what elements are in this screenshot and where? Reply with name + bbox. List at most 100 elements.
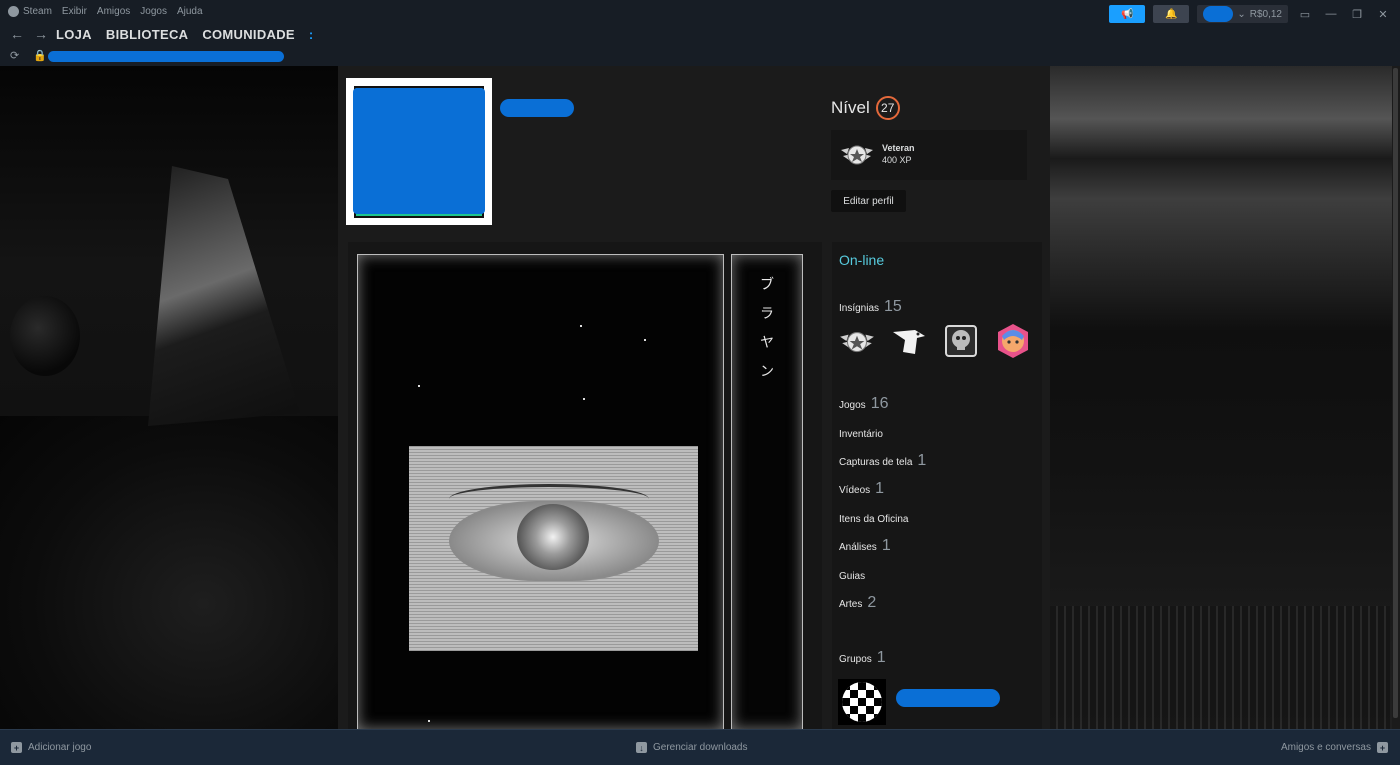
minimize-icon[interactable]: — (1322, 8, 1340, 20)
manage-downloads-button[interactable]: ↓ Gerenciar downloads (636, 742, 748, 753)
badge-item[interactable] (994, 322, 1032, 360)
artwork-speck (418, 385, 420, 387)
refresh-icon[interactable]: ⟳ (10, 49, 19, 62)
videos-count: 1 (875, 480, 885, 497)
chevron-down-icon: ⌄ (1237, 8, 1246, 20)
menu-jogos[interactable]: Jogos (140, 6, 167, 17)
inventory-link[interactable]: Inventário (839, 429, 883, 440)
workshop-label: Itens da Oficina (839, 514, 909, 525)
screenshots-link[interactable]: Capturas de tela 1 (839, 452, 926, 470)
level-badge[interactable]: 27 (875, 96, 900, 120)
nav-bar: ← → LOJA BIBLIOTECA COMUNIDADE : (0, 26, 1400, 46)
online-status: On-line (839, 252, 885, 268)
menu-ajuda[interactable]: Ajuda (177, 6, 203, 17)
eye-iris (517, 504, 589, 570)
skull-badge-icon (945, 325, 977, 357)
url-icons: ⟳ 🔒 (10, 49, 47, 62)
games-label: Jogos (839, 400, 866, 411)
groups-count: 1 (876, 649, 886, 666)
reviews-link[interactable]: Análises 1 (839, 537, 891, 555)
badges-link[interactable]: Insígnias 15 (839, 298, 902, 316)
steam-menu[interactable]: Steam (8, 6, 52, 17)
artwork-side[interactable]: ブ ラ ヤ ン (731, 254, 803, 729)
notifications-button[interactable]: 🔔 (1153, 5, 1190, 23)
bell-icon: 🔔 (1165, 8, 1178, 20)
guides-link[interactable]: Guias (839, 571, 865, 582)
screenshots-count: 1 (917, 452, 927, 469)
artwork-eye-image (409, 446, 698, 651)
workshop-link[interactable]: Itens da Oficina (839, 514, 908, 525)
side-char: ラ (760, 306, 774, 322)
badge-item[interactable] (942, 322, 980, 360)
back-arrow-icon[interactable]: ← (10, 26, 24, 42)
guides-label: Guias (839, 571, 866, 582)
games-link[interactable]: Jogos 16 (839, 395, 888, 413)
background-car-mirror (10, 296, 80, 376)
menu-exibir[interactable]: Exibir (62, 6, 87, 17)
steam-menu-label: Steam (23, 6, 52, 17)
favorite-badge[interactable]: Veteran 400 XP (831, 130, 1027, 180)
videos-link[interactable]: Vídeos 1 (839, 480, 884, 498)
badges-label: Insígnias (839, 303, 880, 314)
favorite-badge-name: Veteran (882, 143, 915, 153)
wallet-balance: R$0,12 (1249, 8, 1282, 20)
favorite-badge-xp: 400 XP (882, 155, 912, 165)
groups-link[interactable]: Grupos 1 (839, 649, 886, 667)
account-menu[interactable]: ⌄ R$0,12 (1197, 5, 1288, 23)
nav-comunidade[interactable]: COMUNIDADE (202, 27, 295, 42)
add-game-label: Adicionar jogo (28, 742, 92, 753)
group-avatar[interactable] (838, 679, 886, 725)
nav-profile-link[interactable]: : (309, 27, 314, 42)
download-icon: ↓ (636, 742, 647, 753)
reviews-label: Análises (839, 542, 877, 553)
checkered-ball-icon (842, 682, 882, 722)
artwork-link[interactable]: Artes 2 (839, 594, 876, 612)
forward-arrow-icon[interactable]: → (34, 26, 48, 42)
side-char: ブ (760, 277, 774, 293)
maximize-icon[interactable]: ❐ (1348, 8, 1366, 21)
redacted-group-name (896, 689, 1000, 707)
redacted-avatar (353, 88, 485, 214)
friends-icon: + (1377, 742, 1388, 753)
groups-label: Grupos (839, 654, 872, 665)
badge-item[interactable] (838, 322, 876, 360)
scrollbar-thumb[interactable] (1393, 68, 1398, 718)
artwork-speck (428, 720, 430, 722)
friends-chat-button[interactable]: Amigos e conversas + (1281, 742, 1388, 753)
nav-loja[interactable]: LOJA (56, 27, 92, 42)
character-badge-icon (998, 324, 1028, 358)
steam-logo-icon (8, 6, 19, 17)
steam-window: Steam Exibir Amigos Jogos Ajuda 📢 🔔 ⌄ R$… (0, 0, 1400, 765)
artwork-speck (644, 339, 646, 341)
menu-amigos[interactable]: Amigos (97, 6, 130, 17)
url-bar: ⟳ 🔒 (0, 46, 1400, 66)
reviews-count: 1 (881, 537, 891, 554)
artwork-count: 2 (867, 594, 877, 611)
title-bar: Steam Exibir Amigos Jogos Ajuda 📢 🔔 ⌄ R$… (0, 0, 1400, 26)
artwork-side-text: ブ ラ ヤ ン (732, 271, 802, 387)
inventory-label: Inventário (839, 429, 883, 440)
manage-downloads-label: Gerenciar downloads (653, 742, 748, 753)
nav-biblioteca[interactable]: BIBLIOTECA (106, 27, 188, 42)
close-icon[interactable]: ✕ (1374, 8, 1392, 21)
add-game-button[interactable]: + Adicionar jogo (11, 742, 91, 753)
bottom-bar: + Adicionar jogo ↓ Gerenciar downloads A… (0, 729, 1400, 765)
redacted-username (1203, 6, 1234, 22)
background-car-body (0, 416, 338, 729)
megaphone-icon: 📢 (1121, 8, 1134, 20)
big-picture-icon[interactable]: ▭ (1296, 8, 1314, 21)
nav-links: LOJA BIBLIOTECA COMUNIDADE : (56, 27, 314, 42)
badges-count: 15 (884, 298, 902, 315)
side-char: ヤ (760, 335, 774, 351)
announcements-button[interactable]: 📢 (1109, 5, 1146, 23)
eagle-badge-icon (893, 330, 925, 354)
edit-profile-button[interactable]: Editar perfil (831, 190, 906, 212)
top-right-controls: 📢 🔔 ⌄ R$0,12 ▭ — ❐ ✕ (1109, 5, 1392, 23)
lock-icon: 🔒 (33, 50, 47, 62)
level-header: Nível 27 (831, 96, 900, 120)
badge-item[interactable] (890, 322, 928, 360)
plus-icon: + (11, 742, 22, 753)
artwork-speck (580, 325, 582, 327)
veteran-badge-icon (841, 145, 873, 165)
redacted-profile-name (500, 99, 574, 117)
